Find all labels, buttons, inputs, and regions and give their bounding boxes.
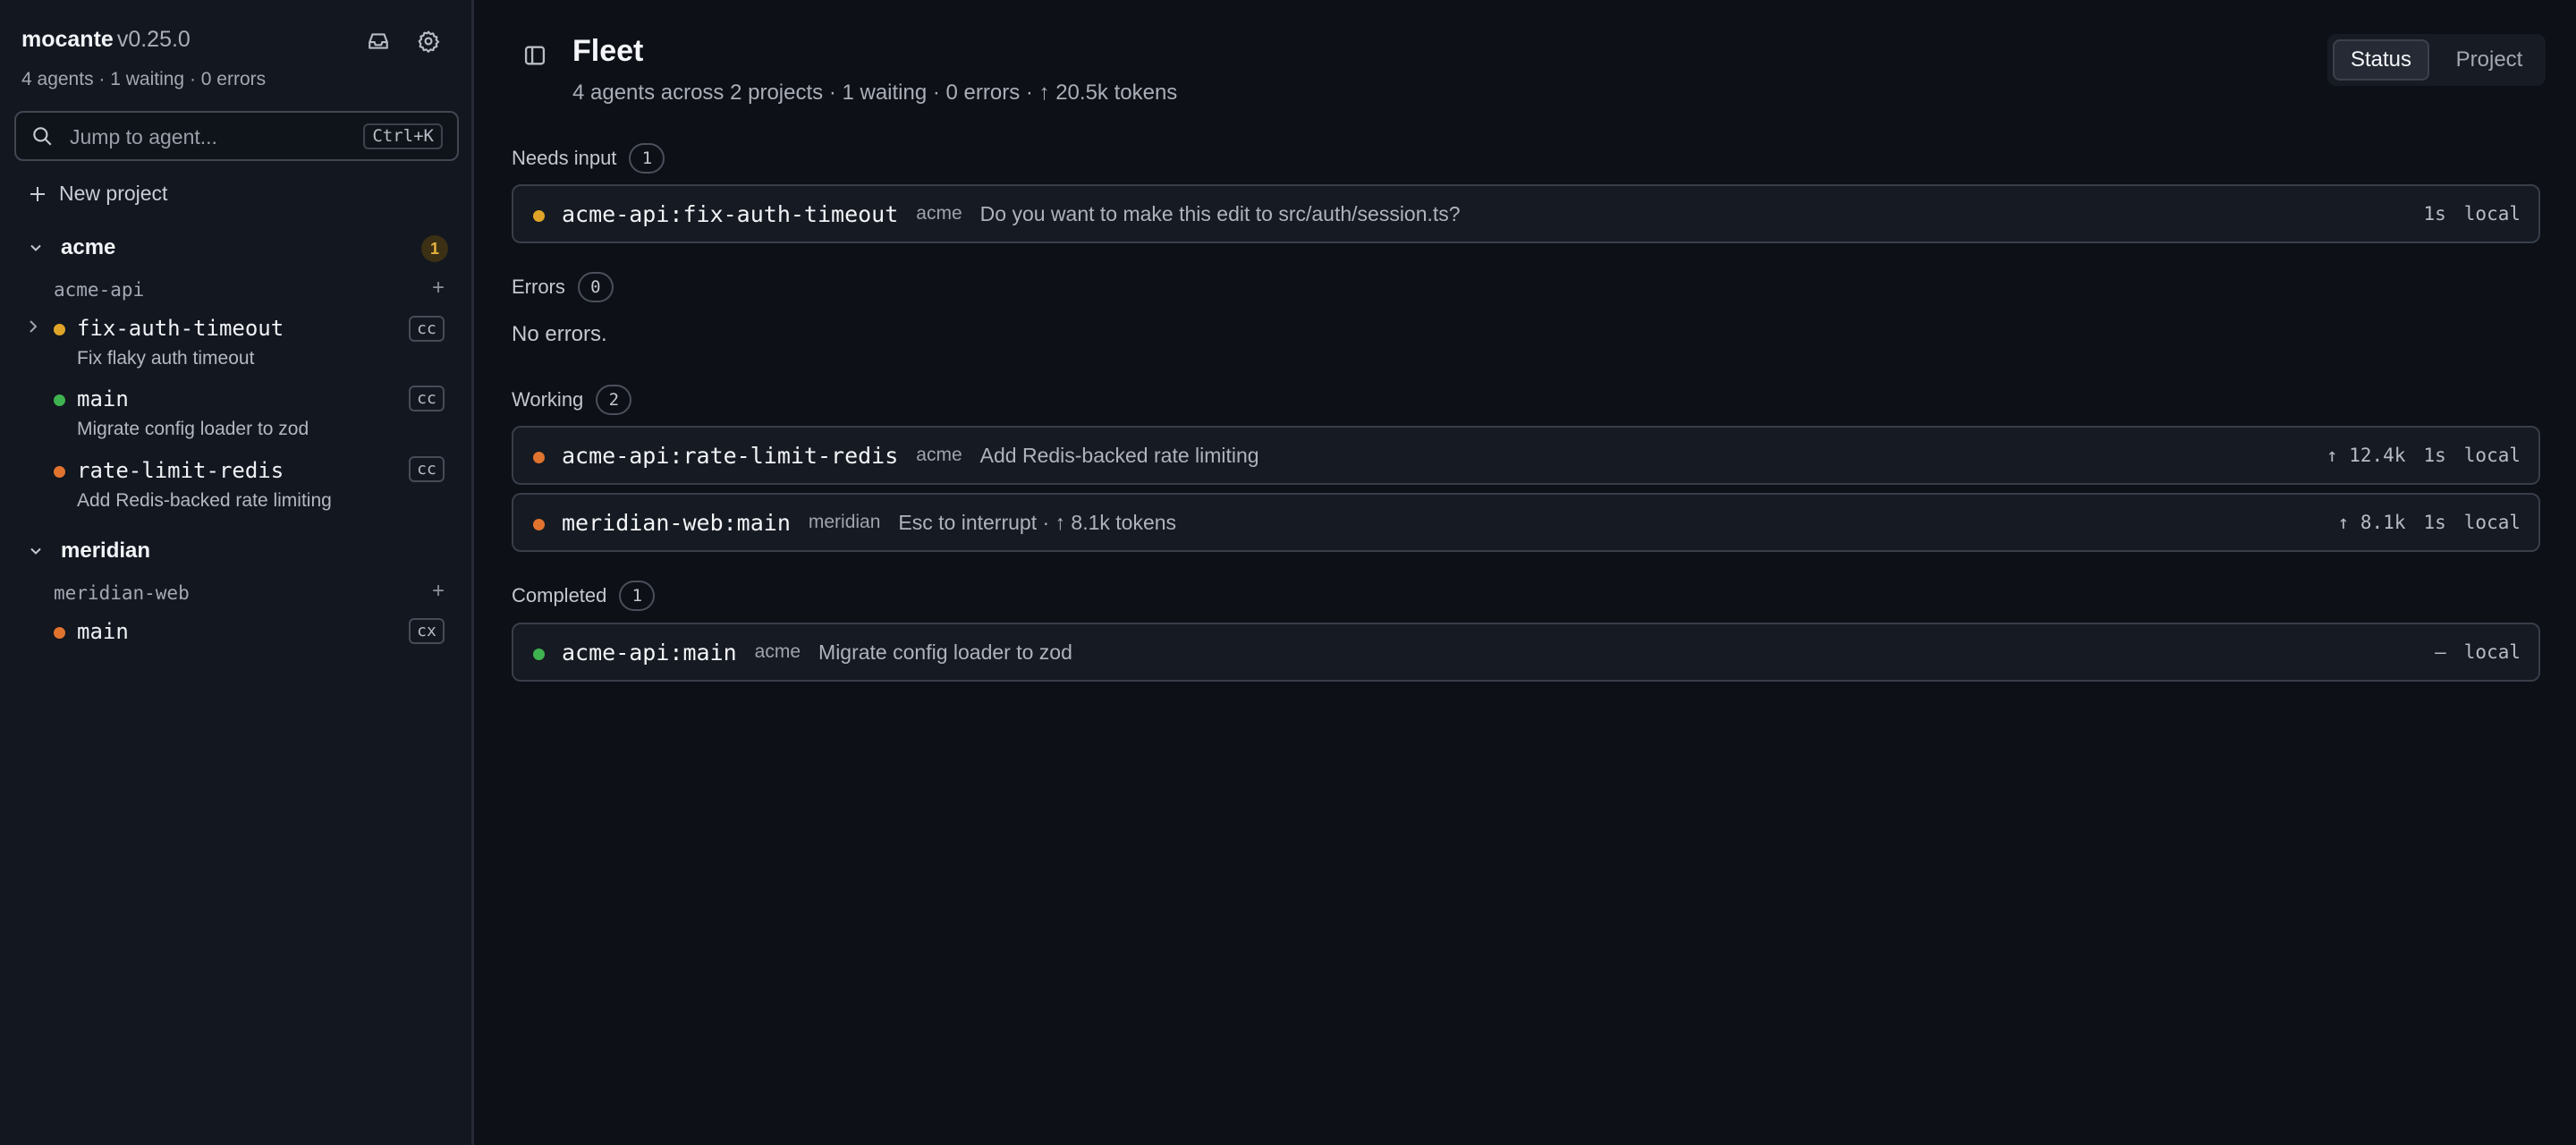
agent-name: acme-api:rate-limit-redis [562, 442, 899, 469]
project-group-meridian[interactable]: meridian [29, 539, 150, 564]
section-title: Errors [512, 276, 565, 298]
agent-host: local [2463, 203, 2521, 225]
project-name: acme [61, 235, 116, 259]
agent-row[interactable]: acme-api:rate-limit-redis acme Add Redis… [512, 426, 2540, 485]
agent-type-tag: cx [409, 618, 445, 644]
agent-elapsed: — [2435, 641, 2446, 663]
project-name: meridian [61, 539, 151, 563]
branch-title: rate-limit-redis [77, 458, 284, 483]
shortcut-hint: Ctrl+K [363, 123, 443, 149]
agent-message: Esc to interrupt · ↑ 8.1k tokens [898, 510, 1177, 534]
agent-type-tag: cc [409, 316, 445, 342]
gear-icon [418, 30, 440, 53]
agent-project: acme [754, 641, 801, 662]
branch-title: main [77, 619, 129, 644]
agent-project: meridian [808, 512, 881, 532]
settings-button[interactable] [412, 25, 445, 57]
plus-icon [30, 186, 45, 201]
agent-row[interactable]: meridian-web:main meridian Esc to interr… [512, 493, 2540, 552]
branch-title: main [77, 386, 129, 411]
repo-meridian-web: meridian-web [54, 582, 190, 604]
agent-project: acme [916, 445, 962, 465]
status-dot-done [533, 649, 545, 660]
branch-description: Migrate config loader to zod [77, 419, 309, 439]
sidebar: mocante v0.25.0 4 agents · 1 waiting · 0 … [0, 0, 474, 1145]
agent-tokens: ↑ 12.4k [2326, 445, 2406, 466]
section-title: Working [512, 388, 584, 411]
agent-host: local [2463, 512, 2521, 533]
section-count: 1 [619, 581, 656, 611]
chevron-down-icon [30, 244, 41, 251]
agent-message: Migrate config loader to zod [818, 640, 1072, 664]
inbox-icon [369, 33, 388, 49]
agent-elapsed: 1s [2423, 445, 2446, 466]
tab-status[interactable]: Status [2333, 39, 2429, 81]
new-project-button[interactable]: New project [29, 182, 167, 206]
agent-host: local [2463, 445, 2521, 466]
section-header-errors: Errors 0 [512, 272, 614, 302]
repo-acme-api: acme-api [54, 279, 145, 301]
sidebar-toggle-button[interactable] [519, 39, 551, 72]
status-dot-working [533, 519, 545, 530]
agent-elapsed: 1s [2423, 203, 2446, 225]
status-dot-waiting [54, 324, 65, 335]
empty-state: No errors. [512, 322, 607, 346]
section-count: 1 [629, 143, 665, 174]
agent-row[interactable]: acme-api:main acme Migrate config loader… [512, 623, 2540, 682]
page-subtitle: 4 agents across 2 projects · 1 waiting ·… [572, 81, 1178, 105]
fleet-summary: 4 agents · 1 waiting · 0 errors [21, 69, 267, 89]
branch-description: Fix flaky auth timeout [77, 348, 255, 369]
view-toggle: Status Project [2327, 34, 2546, 86]
waiting-count-badge: 1 [421, 235, 448, 262]
app-name: mocante [21, 27, 114, 52]
chevron-down-icon [30, 547, 41, 555]
search-icon [30, 124, 54, 152]
agent-type-tag: cc [409, 456, 445, 482]
section-header-completed: Completed 1 [512, 581, 656, 611]
status-dot-working [54, 627, 65, 639]
branch-title: fix-auth-timeout [77, 316, 284, 341]
inbox-button[interactable] [362, 25, 394, 57]
section-header-working: Working 2 [512, 385, 632, 415]
branch-description: Add Redis-backed rate limiting [77, 490, 332, 511]
section-count: 2 [596, 385, 632, 415]
agent-search[interactable]: Jump to agent... Ctrl+K [14, 111, 459, 161]
app-version: v0.25.0 [116, 27, 191, 52]
agent-name: acme-api:fix-auth-timeout [562, 200, 899, 227]
tab-project[interactable]: Project [2438, 39, 2540, 81]
agent-tokens: ↑ 8.1k [2337, 512, 2406, 533]
chevron-right-icon[interactable] [27, 318, 39, 340]
agent-row[interactable]: acme-api:fix-auth-timeout acme Do you wa… [512, 184, 2540, 243]
project-group-acme[interactable]: acme [29, 235, 115, 260]
agent-name: meridian-web:main [562, 509, 791, 536]
status-dot-waiting [533, 210, 545, 222]
agent-elapsed: 1s [2423, 512, 2446, 533]
section-title: Needs input [512, 147, 617, 169]
agent-type-tag: cc [409, 386, 445, 411]
add-agent-button[interactable]: + [432, 276, 445, 301]
agent-project: acme [916, 203, 962, 224]
section-count: 0 [577, 272, 614, 302]
search-placeholder[interactable]: Jump to agent... [70, 125, 217, 149]
sidebar-toggle-icon [524, 46, 546, 65]
status-dot-working [54, 466, 65, 478]
add-agent-button[interactable]: + [432, 579, 445, 604]
app-brand: mocante v0.25.0 [21, 27, 191, 53]
status-dot-working [533, 452, 545, 463]
section-title: Completed [512, 584, 607, 606]
page-title: Fleet [572, 34, 644, 68]
status-dot-done [54, 394, 65, 406]
agent-message: Do you want to make this edit to src/aut… [979, 201, 1461, 225]
agent-host: local [2463, 641, 2521, 663]
agent-message: Add Redis-backed rate limiting [979, 443, 1259, 467]
section-header-needs-input: Needs input 1 [512, 143, 665, 174]
new-project-label: New project [59, 182, 168, 205]
agent-name: acme-api:main [562, 639, 737, 666]
